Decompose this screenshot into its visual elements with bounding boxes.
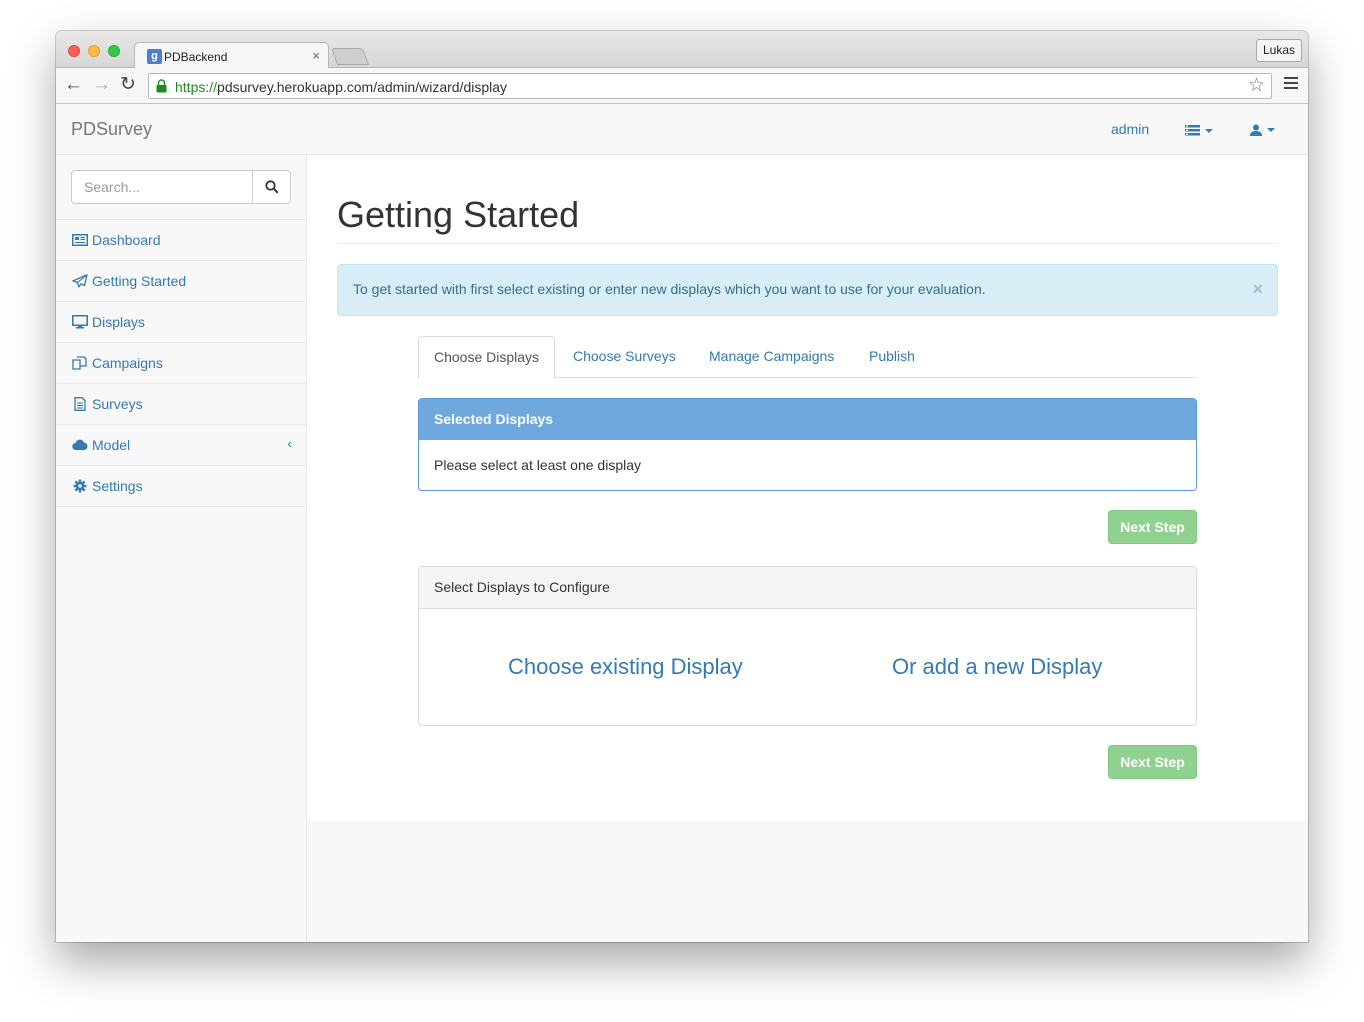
close-icon[interactable]: × xyxy=(1252,279,1263,300)
sidebar-item-model[interactable]: Model ‹ xyxy=(56,425,306,466)
add-new-display-link[interactable]: Or add a new Display xyxy=(892,654,1102,680)
copy-icon xyxy=(72,356,87,370)
tab-manage-campaigns[interactable]: Manage Campaigns xyxy=(694,336,849,378)
search-icon xyxy=(265,180,279,194)
paper-plane-icon xyxy=(72,274,88,288)
caret-down-icon xyxy=(1267,127,1275,132)
close-tab-icon[interactable]: × xyxy=(312,48,320,63)
browser-tab-strip: g PDBackend × Lukas xyxy=(56,31,1308,69)
lock-icon xyxy=(156,79,167,93)
alert-message: To get started with first select existin… xyxy=(353,281,986,297)
browser-tab-title: PDBackend xyxy=(164,50,228,64)
profile-button[interactable]: Lukas xyxy=(1256,39,1302,62)
sidebar-item-dashboard[interactable]: Dashboard xyxy=(56,220,306,261)
back-arrow-icon[interactable]: ← xyxy=(64,75,83,95)
user-dropdown[interactable] xyxy=(1250,121,1275,139)
page-footer-area xyxy=(307,821,1308,891)
sidebar-item-displays[interactable]: Displays xyxy=(56,302,306,343)
user-icon xyxy=(1250,124,1262,136)
url-text: https://pdsurvey.herokuapp.com/admin/wiz… xyxy=(175,79,508,95)
panel-heading: Select Displays to Configure xyxy=(419,567,1196,609)
browser-toolbar: ← → ↻ https://pdsurvey.herokuapp.com/adm… xyxy=(56,68,1308,104)
sidebar-item-campaigns[interactable]: Campaigns xyxy=(56,343,306,384)
browser-menu-icon[interactable] xyxy=(1284,77,1298,89)
browser-window: g PDBackend × Lukas ← → ↻ https://pdsurv… xyxy=(56,31,1308,942)
new-tab-button[interactable] xyxy=(330,48,370,65)
messages-dropdown[interactable] xyxy=(1185,122,1213,140)
google-favicon-icon: g xyxy=(147,49,162,64)
configure-displays-panel: Select Displays to Configure Choose exis… xyxy=(418,566,1197,726)
search-input[interactable] xyxy=(71,170,253,204)
choose-existing-display-link[interactable]: Choose existing Display xyxy=(508,654,743,680)
sidebar-item-label: Campaigns xyxy=(92,355,163,371)
sidebar-item-label: Dashboard xyxy=(92,232,161,248)
sidebar-item-label: Getting Started xyxy=(92,273,187,289)
close-window-button[interactable] xyxy=(68,45,80,57)
brand-link[interactable]: PDSurvey xyxy=(71,119,152,140)
bookmark-star-icon[interactable]: ☆ xyxy=(1248,76,1265,96)
browser-tab[interactable]: g PDBackend × xyxy=(134,42,329,69)
dashboard-icon xyxy=(72,234,88,246)
next-step-button[interactable]: Next Step xyxy=(1108,510,1197,544)
web-page: PDSurvey admin Search... Dashboard Getti… xyxy=(56,104,1308,942)
panel-body: Please select at least one display xyxy=(434,457,642,473)
info-alert: To get started with first select existin… xyxy=(337,264,1278,316)
sidebar-item-surveys[interactable]: Surveys xyxy=(56,384,306,425)
gear-icon xyxy=(73,479,87,493)
search-button[interactable] xyxy=(252,170,291,204)
document-icon xyxy=(74,397,86,411)
forward-arrow-icon[interactable]: → xyxy=(92,75,111,95)
tab-publish[interactable]: Publish xyxy=(854,336,930,378)
zoom-window-button[interactable] xyxy=(108,45,120,57)
caret-down-icon xyxy=(1205,128,1213,133)
selected-displays-panel: Selected Displays Please select at least… xyxy=(418,398,1197,491)
sidebar: Dashboard Getting Started Displays Campa… xyxy=(56,155,307,942)
top-navbar: PDSurvey admin xyxy=(56,104,1308,155)
tab-choose-displays[interactable]: Choose Displays xyxy=(418,336,556,379)
next-step-button[interactable]: Next Step xyxy=(1108,745,1197,779)
sidebar-item-settings[interactable]: Settings xyxy=(56,466,306,507)
monitor-icon xyxy=(72,315,88,329)
admin-link[interactable]: admin xyxy=(1111,121,1149,137)
main-content: Getting Started To get started with firs… xyxy=(307,155,1308,821)
wizard-tabs: Choose Displays Choose Surveys Manage Ca… xyxy=(418,336,1197,379)
sidebar-item-label: Model xyxy=(92,437,131,453)
address-bar[interactable]: https://pdsurvey.herokuapp.com/admin/wiz… xyxy=(148,73,1272,99)
list-icon xyxy=(1185,125,1200,136)
page-header: Getting Started xyxy=(337,195,1278,244)
cloud-icon xyxy=(72,439,88,451)
sidebar-item-label: Displays xyxy=(92,314,145,330)
panel-heading: Selected Displays xyxy=(419,399,1196,440)
sidebar-search xyxy=(71,170,291,204)
expand-arrow-icon[interactable]: ‹ xyxy=(287,435,292,451)
tab-choose-surveys[interactable]: Choose Surveys xyxy=(558,336,691,378)
sidebar-item-label: Settings xyxy=(92,478,143,494)
sidebar-menu: Dashboard Getting Started Displays Campa… xyxy=(56,219,306,507)
sidebar-item-label: Surveys xyxy=(92,396,143,412)
reload-icon[interactable]: ↻ xyxy=(120,75,136,95)
sidebar-item-getting-started[interactable]: Getting Started xyxy=(56,261,306,302)
page-title: Getting Started xyxy=(337,194,580,235)
minimize-window-button[interactable] xyxy=(88,45,100,57)
